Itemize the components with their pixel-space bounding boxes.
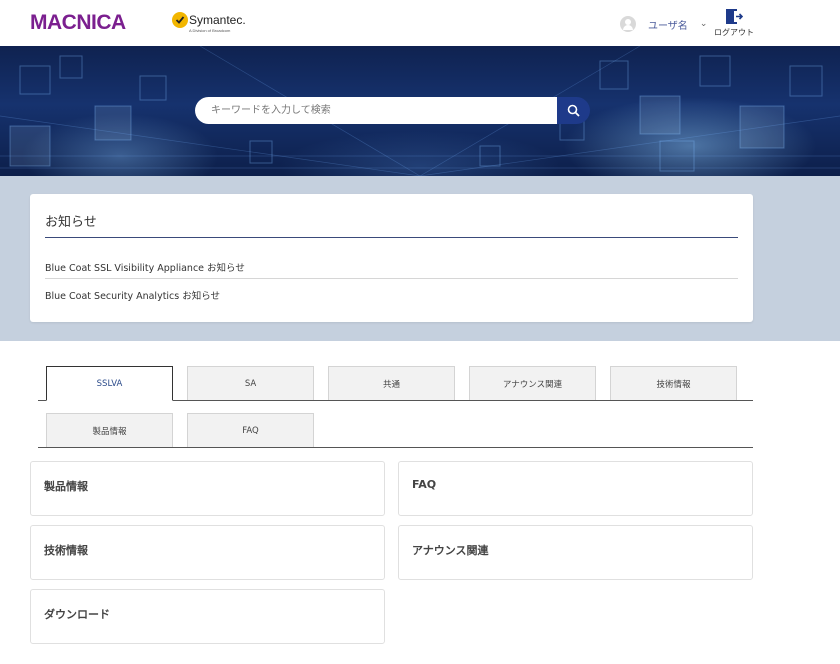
avatar [620,16,636,32]
category-title: 技術情報 [44,544,88,557]
header: MACNICA Symantec. A Division of Broadcom… [0,0,840,46]
chevron-down-icon[interactable]: ⌄ [700,19,708,29]
hero-banner [0,46,840,176]
category-card-announcements[interactable]: アナウンス関連 [398,525,753,580]
category-title: アナウンス関連 [412,544,489,557]
checkmark-icon [172,12,188,28]
search-input[interactable] [195,97,557,124]
symantec-logo-sub: A Division of Broadcom [189,28,231,33]
search-icon [567,104,580,117]
category-card-technical-info[interactable]: 技術情報 [30,525,385,580]
tab-bar: SSLVA SA 共通 アナウンス関連 技術情報 [38,366,753,401]
logout-label: ログアウト [714,28,754,37]
search-button[interactable] [557,97,590,124]
category-card-product-info[interactable]: 製品情報 [30,461,385,516]
user-name[interactable]: ユーザ名 [648,17,688,32]
tab-bar: 製品情報 FAQ [38,413,753,448]
notice-link[interactable]: Blue Coat Security Analytics お知らせ [45,288,220,302]
category-card-download[interactable]: ダウンロード [30,589,385,644]
category-title: FAQ [412,478,437,491]
divider [45,278,738,279]
tab-sslva[interactable]: SSLVA [46,366,173,401]
notice-link[interactable]: Blue Coat SSL Visibility Appliance お知らせ [45,260,245,274]
notice-section: お知らせ Blue Coat SSL Visibility Appliance … [0,176,840,341]
tab-product-info[interactable]: 製品情報 [46,413,173,447]
symantec-logo-name: Symantec. [189,13,246,27]
notice-title: お知らせ [45,215,97,230]
category-title: ダウンロード [44,608,110,621]
macnica-logo[interactable]: MACNICA [30,11,126,35]
logout-icon [726,9,743,24]
tab-faq[interactable]: FAQ [187,413,314,447]
tab-technical-info[interactable]: 技術情報 [610,366,737,400]
user-menu[interactable]: ユーザ名 ⌄ [620,15,707,33]
tab-sa[interactable]: SA [187,366,314,400]
logout-button[interactable]: ログアウト [712,8,756,38]
notice-card: お知らせ Blue Coat SSL Visibility Appliance … [30,194,753,322]
search-bar [195,97,590,124]
tab-announcements[interactable]: アナウンス関連 [469,366,596,400]
divider [45,237,738,238]
category-title: 製品情報 [44,480,88,493]
category-card-faq[interactable]: FAQ [398,461,753,516]
tab-common[interactable]: 共通 [328,366,455,400]
